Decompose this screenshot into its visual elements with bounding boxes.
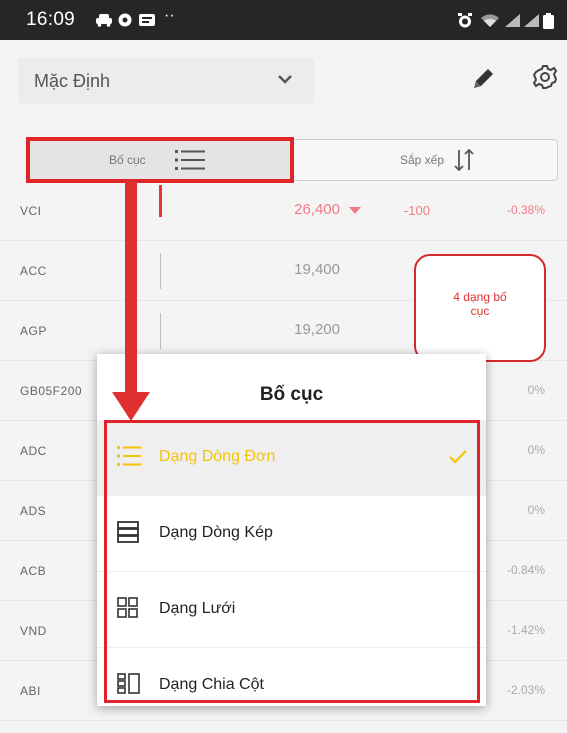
row-price: 19,400 xyxy=(294,261,340,278)
annotation-arrow-shaft xyxy=(125,181,137,395)
table-row[interactable]: VCI 26,400 -100 -0.38% xyxy=(0,181,567,241)
row-symbol: AGP xyxy=(20,324,47,338)
row-change: -100 xyxy=(403,203,430,218)
preset-dropdown[interactable]: Mặc Định xyxy=(18,58,314,104)
row-symbol: VCI xyxy=(20,204,42,218)
row-percent: -0.84% xyxy=(506,563,545,577)
price-bar xyxy=(160,253,161,289)
status-time: 16:09 xyxy=(26,9,76,30)
row-percent: -2.03% xyxy=(506,683,545,697)
message-icon xyxy=(139,14,155,26)
row-price: 26,400 xyxy=(294,201,340,218)
row-price: 19,200 xyxy=(294,321,340,338)
sort-icon xyxy=(454,148,474,172)
battery-icon xyxy=(543,13,554,29)
row-percent: 0% xyxy=(527,443,545,457)
callout-line-2: cục xyxy=(470,304,490,318)
row-symbol: ADC xyxy=(20,444,47,458)
row-symbol: ACC xyxy=(20,264,47,278)
layout-tab-highlight xyxy=(26,137,294,183)
row-percent: -0.38% xyxy=(506,203,545,217)
circle-app-icon xyxy=(118,13,132,27)
row-symbol: GB05F200 xyxy=(20,384,83,398)
sheet-title: Bố cục xyxy=(259,384,324,405)
row-symbol: ACB xyxy=(20,564,47,578)
alarm-icon xyxy=(458,13,472,28)
screen: 16:09 ·· Mặc Định Bố cục Sắp xếp VCI 26,… xyxy=(0,0,567,733)
chevron-down-icon xyxy=(278,75,292,84)
row-symbol: ADS xyxy=(20,504,47,518)
row-percent: -1.42% xyxy=(506,623,545,637)
row-symbol: VND xyxy=(20,624,47,638)
more-notifications: ·· xyxy=(164,7,175,24)
row-symbol: ABI xyxy=(20,684,41,698)
gear-icon[interactable] xyxy=(530,62,560,92)
car-icon xyxy=(96,14,112,27)
signal-icon-2 xyxy=(524,14,539,27)
options-highlight xyxy=(104,420,480,703)
sort-tab[interactable]: Sắp xếp xyxy=(294,140,557,180)
price-down-arrow-icon xyxy=(349,207,361,214)
callout-line-1: 4 dạng bố xyxy=(453,290,507,304)
edit-pencil-icon[interactable] xyxy=(470,66,496,92)
annotation-arrow-head xyxy=(112,392,150,421)
status-bar: 16:09 ·· xyxy=(0,0,567,40)
price-bar xyxy=(159,185,162,217)
annotation-callout: 4 dạng bố cục xyxy=(414,254,546,362)
row-percent: 0% xyxy=(527,503,545,517)
row-percent: 0% xyxy=(527,383,545,397)
sort-tab-label: Sắp xếp xyxy=(400,153,445,167)
price-bar xyxy=(160,313,161,349)
preset-value: Mặc Định xyxy=(34,71,111,91)
header: Mặc Định xyxy=(0,40,567,126)
wifi-icon xyxy=(481,14,499,27)
signal-icon-1 xyxy=(505,14,520,27)
